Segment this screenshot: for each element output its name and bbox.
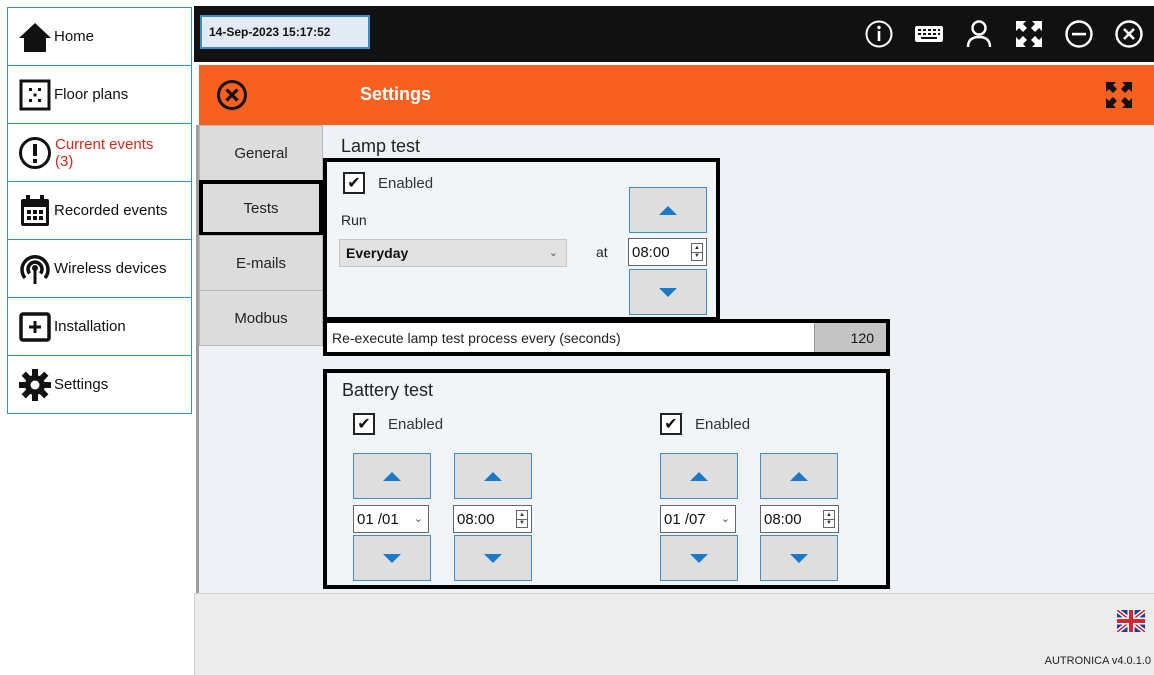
- lamp-test-enabled-checkbox[interactable]: ✔: [343, 172, 365, 194]
- nav-item-label: Current events (3): [55, 136, 153, 170]
- lamp-test-enabled-label: Enabled: [378, 174, 434, 192]
- battery-1-time-stepper[interactable]: ▲ ▼: [516, 510, 528, 528]
- arrow-down-icon: [383, 553, 401, 563]
- run-frequency-value: Everyday: [346, 245, 409, 261]
- alert-circle-icon: [17, 135, 53, 171]
- fullscreen-icon[interactable]: [1104, 80, 1134, 110]
- footer-bar: AUTRONICA v4.0.1.0: [194, 593, 1154, 675]
- lamp-time-stepper[interactable]: ▲ ▼: [691, 243, 703, 261]
- arrow-up-icon: [659, 205, 677, 215]
- arrow-down-icon: [790, 553, 808, 563]
- lamp-time-value: 08:00: [632, 243, 670, 261]
- battery-1-time-down-button[interactable]: [454, 535, 532, 581]
- tab-modbus[interactable]: Modbus: [199, 290, 323, 346]
- battery-1-enabled-checkbox[interactable]: ✔: [353, 413, 375, 435]
- reexec-interval-field[interactable]: 120: [814, 323, 886, 352]
- battery-2-time-stepper[interactable]: ▲ ▼: [823, 510, 835, 528]
- arrow-up-icon: [690, 471, 708, 481]
- at-label: at: [596, 244, 608, 260]
- reexec-interval-row: Re-execute lamp test process every (seco…: [323, 319, 890, 356]
- nav-item-label: Wireless devices: [54, 260, 167, 277]
- installation-icon: [17, 309, 53, 345]
- battery-1-date-up-button[interactable]: [353, 453, 431, 499]
- chevron-down-icon: ⌄: [720, 513, 730, 525]
- tab-emails[interactable]: E-mails: [199, 235, 323, 291]
- nav-item-floor-plans[interactable]: Floor plans: [7, 65, 192, 124]
- tab-tests[interactable]: Tests: [199, 180, 323, 236]
- version-label: AUTRONICA v4.0.1.0: [1044, 655, 1151, 667]
- lamp-time-up-button[interactable]: [629, 187, 707, 233]
- datetime-display[interactable]: 14-Sep-2023 15:17:52: [200, 15, 370, 49]
- uk-flag-icon[interactable]: [1115, 608, 1147, 634]
- arrow-down-icon: [690, 553, 708, 563]
- close-settings-icon[interactable]: [216, 79, 248, 111]
- arrow-up-icon: [790, 471, 808, 481]
- nav-item-settings[interactable]: Settings: [7, 355, 192, 414]
- battery-1-date-select[interactable]: 01 /01 ⌄: [353, 505, 429, 533]
- battery-2-time-down-button[interactable]: [760, 535, 838, 581]
- current-events-count: (3): [55, 152, 74, 170]
- current-events-label: Current events: [55, 135, 154, 153]
- chevron-down-icon: ⌄: [413, 513, 423, 525]
- battery-1-enabled-label: Enabled: [388, 415, 444, 433]
- top-bar: 14-Sep-2023 15:17:52: [194, 6, 1154, 62]
- settings-tabs: General Tests E-mails Modbus: [199, 125, 323, 346]
- arrow-up-icon: [484, 471, 502, 481]
- battery-2-enabled-label: Enabled: [695, 415, 751, 433]
- nav-item-label: Settings: [54, 376, 109, 393]
- nav-item-label: Recorded events: [54, 202, 168, 219]
- nav-item-installation[interactable]: Installation: [7, 297, 192, 356]
- battery-2-date-value: 01 /07: [664, 510, 706, 528]
- battery-1-date-down-button[interactable]: [353, 535, 431, 581]
- battery-2-date-select[interactable]: 01 /07 ⌄: [660, 505, 736, 533]
- lamp-test-title: Lamp test: [341, 136, 421, 156]
- arrow-down-icon: [659, 287, 677, 297]
- battery-2-date-up-button[interactable]: [660, 453, 738, 499]
- wireless-icon: [17, 251, 53, 287]
- keyboard-icon[interactable]: [904, 6, 954, 62]
- settings-header: Settings: [199, 65, 1154, 125]
- minimize-icon[interactable]: [1054, 6, 1104, 62]
- floor-plan-icon: [17, 77, 53, 113]
- battery-2-enabled-row: ✔ Enabled: [660, 413, 750, 435]
- tab-general[interactable]: General: [199, 125, 323, 181]
- page-title: Settings: [360, 84, 432, 104]
- battery-1-time-value: 08:00: [457, 510, 495, 528]
- battery-2-date-down-button[interactable]: [660, 535, 738, 581]
- top-icons: [854, 6, 1154, 62]
- user-icon[interactable]: [954, 6, 1004, 62]
- battery-1-time-field[interactable]: 08:00 ▲ ▼: [453, 505, 532, 533]
- nav-item-current-events[interactable]: Current events (3): [7, 123, 192, 182]
- chevron-down-icon: ⌄: [548, 247, 558, 259]
- battery-2-time-value: 08:00: [764, 510, 802, 528]
- lamp-time-field[interactable]: 08:00 ▲ ▼: [628, 238, 707, 266]
- battery-2-time-up-button[interactable]: [760, 453, 838, 499]
- arrow-down-icon: [484, 553, 502, 563]
- info-icon[interactable]: [854, 6, 904, 62]
- fullscreen-icon[interactable]: [1004, 6, 1054, 62]
- nav-item-home[interactable]: Home: [7, 7, 192, 66]
- lamp-time-down-button[interactable]: [629, 269, 707, 315]
- arrow-up-icon: [383, 471, 401, 481]
- battery-1-enabled-row: ✔ Enabled: [353, 413, 443, 435]
- main-nav: Home Floor plans Current events (3) Reco…: [7, 7, 192, 414]
- battery-1-time-up-button[interactable]: [454, 453, 532, 499]
- battery-1-date-value: 01 /01: [357, 510, 399, 528]
- nav-item-label: Installation: [54, 318, 126, 335]
- run-frequency-select[interactable]: Everyday ⌄: [339, 239, 567, 267]
- nav-item-recorded-events[interactable]: Recorded events: [7, 181, 192, 240]
- nav-item-wireless-devices[interactable]: Wireless devices: [7, 239, 192, 298]
- calendar-icon: [17, 193, 53, 229]
- nav-item-label: Floor plans: [54, 86, 129, 103]
- gear-icon: [17, 367, 53, 403]
- lamp-test-enabled-row: ✔ Enabled: [343, 172, 433, 194]
- run-label: Run: [341, 212, 367, 228]
- nav-item-label: Home: [54, 28, 95, 45]
- battery-2-time-field[interactable]: 08:00 ▲ ▼: [760, 505, 839, 533]
- close-icon[interactable]: [1104, 6, 1154, 62]
- battery-2-enabled-checkbox[interactable]: ✔: [660, 413, 682, 435]
- reexec-interval-label: Re-execute lamp test process every (seco…: [332, 329, 621, 346]
- battery-test-title: Battery test: [342, 380, 434, 400]
- home-icon: [17, 19, 53, 55]
